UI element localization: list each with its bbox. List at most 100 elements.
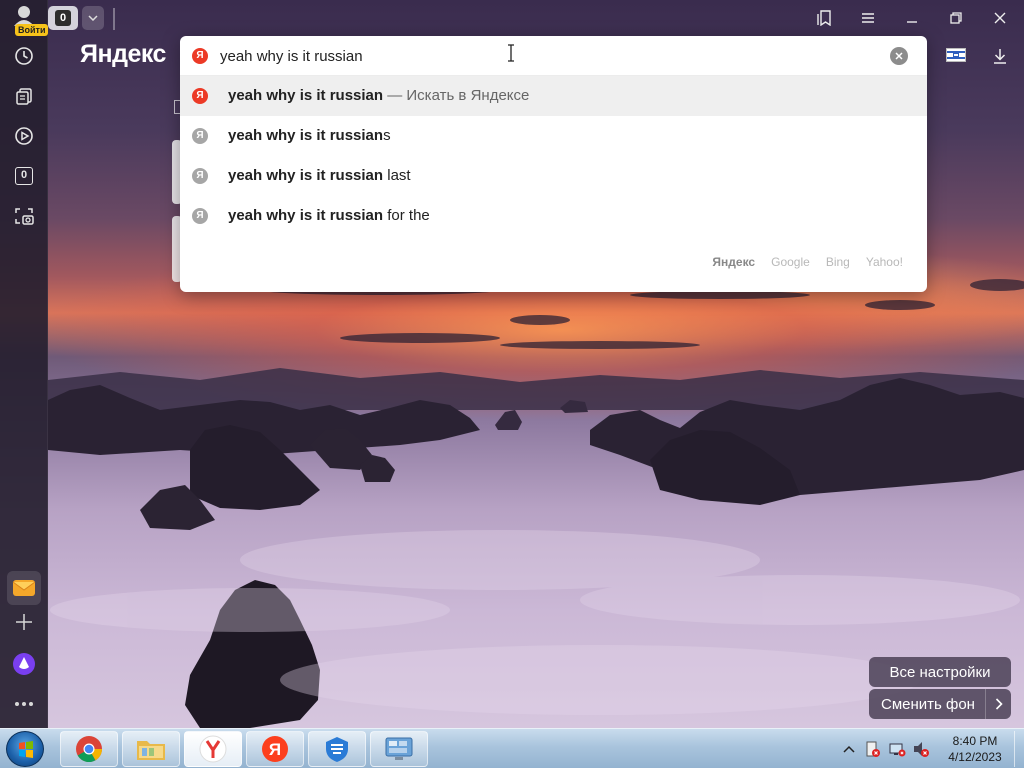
chrome-icon	[76, 736, 103, 763]
suggestion-completion: for the	[383, 207, 430, 224]
taskbar-yandex-browser[interactable]	[184, 731, 242, 767]
engine-yandex[interactable]: Яндекс	[712, 255, 755, 269]
toolbar-divider	[113, 8, 115, 30]
suggestion-item[interactable]: Я yeah why is it russian last	[180, 156, 927, 196]
engine-google[interactable]: Google	[771, 255, 810, 269]
bookmarks-button[interactable]	[812, 6, 836, 30]
omnibox: Я Я yeah why is it russian — Искать в Ян…	[180, 36, 927, 292]
action-center-icon[interactable]	[864, 740, 882, 758]
show-hidden-icons-icon[interactable]	[842, 744, 856, 754]
taskbar-defender[interactable]	[308, 731, 366, 767]
suggestion-item[interactable]: Я yeah why is it russian for the	[180, 196, 927, 236]
taskbar-control-panel[interactable]	[370, 731, 428, 767]
yandex-suggest-icon: Я	[192, 168, 208, 184]
shield-icon	[326, 737, 348, 762]
login-label: Войти	[15, 24, 49, 36]
windows-logo-icon	[19, 741, 33, 758]
change-background-button[interactable]: Сменить фон	[869, 689, 1011, 719]
suggestion-item[interactable]: Я yeah why is it russians	[180, 116, 927, 156]
mail-icon	[12, 580, 36, 596]
yandex-search-icon: Я	[192, 88, 208, 104]
clock-time: 8:40 PM	[952, 734, 998, 748]
start-button[interactable]	[6, 731, 44, 767]
collections-button[interactable]	[8, 80, 40, 112]
login-button[interactable]: Войти	[8, 4, 49, 36]
user-icon	[14, 6, 34, 26]
all-settings-button[interactable]: Все настройки	[869, 657, 1011, 687]
language-flag-icon[interactable]	[946, 48, 966, 62]
tab-switcher[interactable]: 0	[48, 6, 106, 30]
taskbar: Я 8:40 PM 4/12/2023	[0, 728, 1024, 768]
video-icon	[15, 127, 33, 145]
yandex-suggest-icon: Я	[192, 128, 208, 144]
suggestion-completion: s	[383, 127, 391, 144]
change-background-label: Сменить фон	[881, 695, 975, 713]
text-cursor-icon	[508, 44, 514, 62]
tab-count-badge[interactable]: 0	[48, 6, 78, 30]
clear-input-button[interactable]	[890, 47, 908, 65]
folder-icon	[137, 741, 165, 760]
show-desktop-button[interactable]	[1014, 731, 1024, 767]
suggestion-query: yeah why is it russian	[228, 87, 384, 104]
hamburger-icon	[862, 13, 874, 23]
suggestion-completion: last	[383, 167, 411, 184]
suggestion-hint: — Искать в Яндексе	[383, 87, 530, 104]
tab-count: 0	[55, 10, 71, 26]
download-icon	[994, 49, 1006, 64]
bookmarks-icon	[817, 10, 831, 26]
restore-button[interactable]	[944, 6, 968, 30]
engine-bing[interactable]: Bing	[826, 255, 850, 269]
more-button[interactable]	[8, 688, 40, 720]
screenshot-icon	[15, 208, 34, 225]
downloads-button[interactable]	[988, 44, 1012, 68]
tabs-counter-icon: 0	[15, 167, 33, 185]
next-background-button[interactable]	[985, 689, 1011, 719]
suggestion-query: yeah why is it russian	[228, 127, 384, 144]
add-icon	[16, 614, 32, 630]
system-tray	[842, 729, 930, 768]
engine-yahoo[interactable]: Yahoo!	[866, 255, 903, 269]
mail-button[interactable]	[7, 571, 41, 605]
minimize-icon	[907, 21, 917, 23]
left-sidebar: Войти 0	[0, 0, 49, 728]
search-engine-switcher: Яндекс Google Bing Yahoo!	[712, 255, 903, 269]
network-icon[interactable]	[888, 740, 906, 758]
tab-dropdown-button[interactable]	[82, 6, 104, 30]
monitor-icon	[385, 737, 413, 760]
menu-button[interactable]	[856, 6, 880, 30]
all-settings-label: Все настройки	[889, 663, 991, 681]
video-button[interactable]	[8, 120, 40, 152]
more-icon	[15, 702, 33, 706]
volume-muted-icon[interactable]	[912, 740, 930, 758]
collections-icon	[16, 88, 32, 105]
taskbar-explorer[interactable]	[122, 731, 180, 767]
yandex-browser-icon	[199, 735, 227, 763]
tabs-counter-button[interactable]: 0	[8, 160, 40, 192]
svg-text:Я: Я	[269, 740, 281, 759]
minimize-button[interactable]	[900, 6, 924, 30]
address-bar[interactable]: Я	[180, 36, 927, 76]
address-input[interactable]	[220, 46, 860, 66]
add-panel-button[interactable]	[8, 606, 40, 638]
clock-date: 4/12/2023	[948, 750, 1002, 764]
suggestion-text: yeah why is it russians	[228, 127, 391, 144]
yandex-search-icon: Я	[192, 48, 208, 64]
yandex-logo[interactable]: Яндекс	[80, 40, 166, 69]
suggestion-query: yeah why is it russian	[228, 207, 384, 224]
alice-icon	[13, 653, 35, 675]
suggestion-search-yandex[interactable]: Я yeah why is it russian — Искать в Янде…	[180, 76, 927, 116]
taskbar-chrome[interactable]	[60, 731, 118, 767]
history-button[interactable]	[8, 40, 40, 72]
close-icon	[994, 12, 1006, 24]
chevron-down-icon	[88, 15, 98, 21]
chevron-right-icon	[995, 698, 1003, 710]
close-button[interactable]	[988, 6, 1012, 30]
yandex-suggest-icon: Я	[192, 208, 208, 224]
history-icon	[15, 47, 33, 65]
clear-icon	[895, 52, 903, 60]
screenshot-button[interactable]	[8, 200, 40, 232]
taskbar-yandex[interactable]: Я	[246, 731, 304, 767]
taskbar-clock[interactable]: 8:40 PM 4/12/2023	[940, 733, 1010, 765]
suggestion-text: yeah why is it russian — Искать в Яндекс…	[228, 87, 529, 104]
alice-button[interactable]	[8, 648, 40, 680]
